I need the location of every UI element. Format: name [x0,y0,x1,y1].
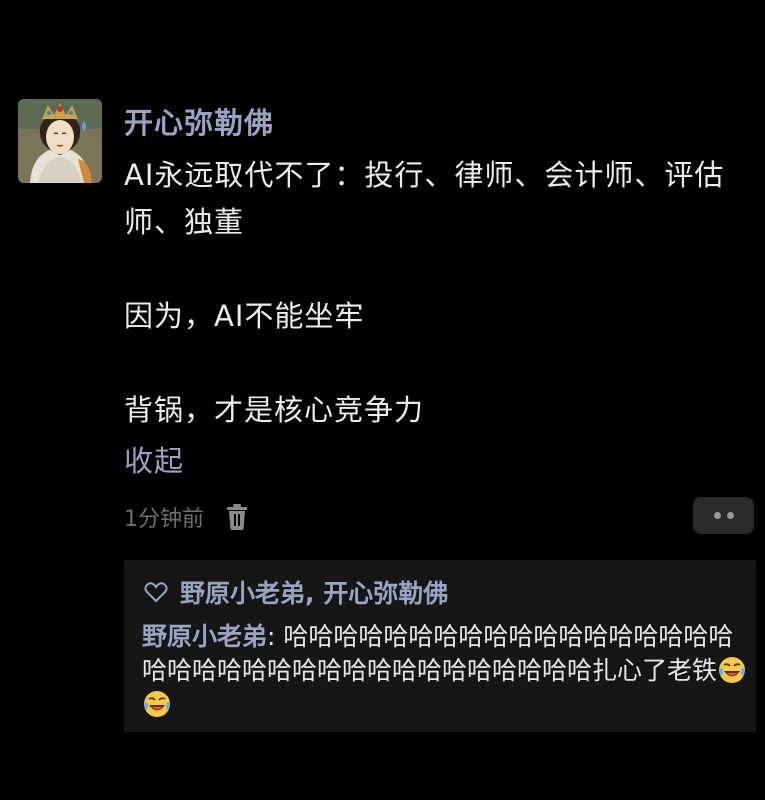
post-timestamp: 1分钟前 [124,507,204,532]
post-text-line: AI永远取代不了：投行、律师、会计师、评估师、独董 [124,158,725,239]
heart-outline-icon [144,582,168,603]
post-text-line: 因为，AI不能坐牢 [124,299,365,333]
rolling-laughing-emoji [719,657,746,683]
collapse-link[interactable]: 收起 [124,438,184,480]
moment-post: 开心弥勒佛 AI永远取代不了：投行、律师、会计师、评估师、独董 因为，AI不能坐… [0,0,765,800]
avatar[interactable] [18,99,102,183]
rolling-laughing-emoji [144,691,170,717]
interaction-panel: 野原小老弟, 开心弥勒佛 野原小老弟: 哈哈哈哈哈哈哈哈哈哈哈哈哈哈哈哈哈哈哈哈… [124,560,756,732]
trash-icon[interactable] [224,502,250,532]
post-author-name[interactable]: 开心弥勒佛 [124,100,274,142]
likes-row: 野原小老弟, 开心弥勒佛 [144,574,448,610]
comment-separator: : [267,622,284,651]
post-text-line: 背锅，才是核心竞争力 [124,393,425,427]
comment-author[interactable]: 野原小老弟 [142,622,267,651]
more-dots-icon [726,512,734,519]
comment-item[interactable]: 野原小老弟: 哈哈哈哈哈哈哈哈哈哈哈哈哈哈哈哈哈哈哈哈哈哈哈哈哈哈哈哈哈哈哈哈哈… [142,620,748,722]
more-button[interactable] [693,497,754,534]
avatar-image [18,99,102,183]
more-dots-icon [713,512,721,519]
likes-names[interactable]: 野原小老弟, 开心弥勒佛 [180,574,448,610]
post-content: AI永远取代不了：投行、律师、会计师、评估师、独董 因为，AI不能坐牢 背锅，才… [124,152,744,434]
post-meta: 1分钟前 [124,500,250,534]
